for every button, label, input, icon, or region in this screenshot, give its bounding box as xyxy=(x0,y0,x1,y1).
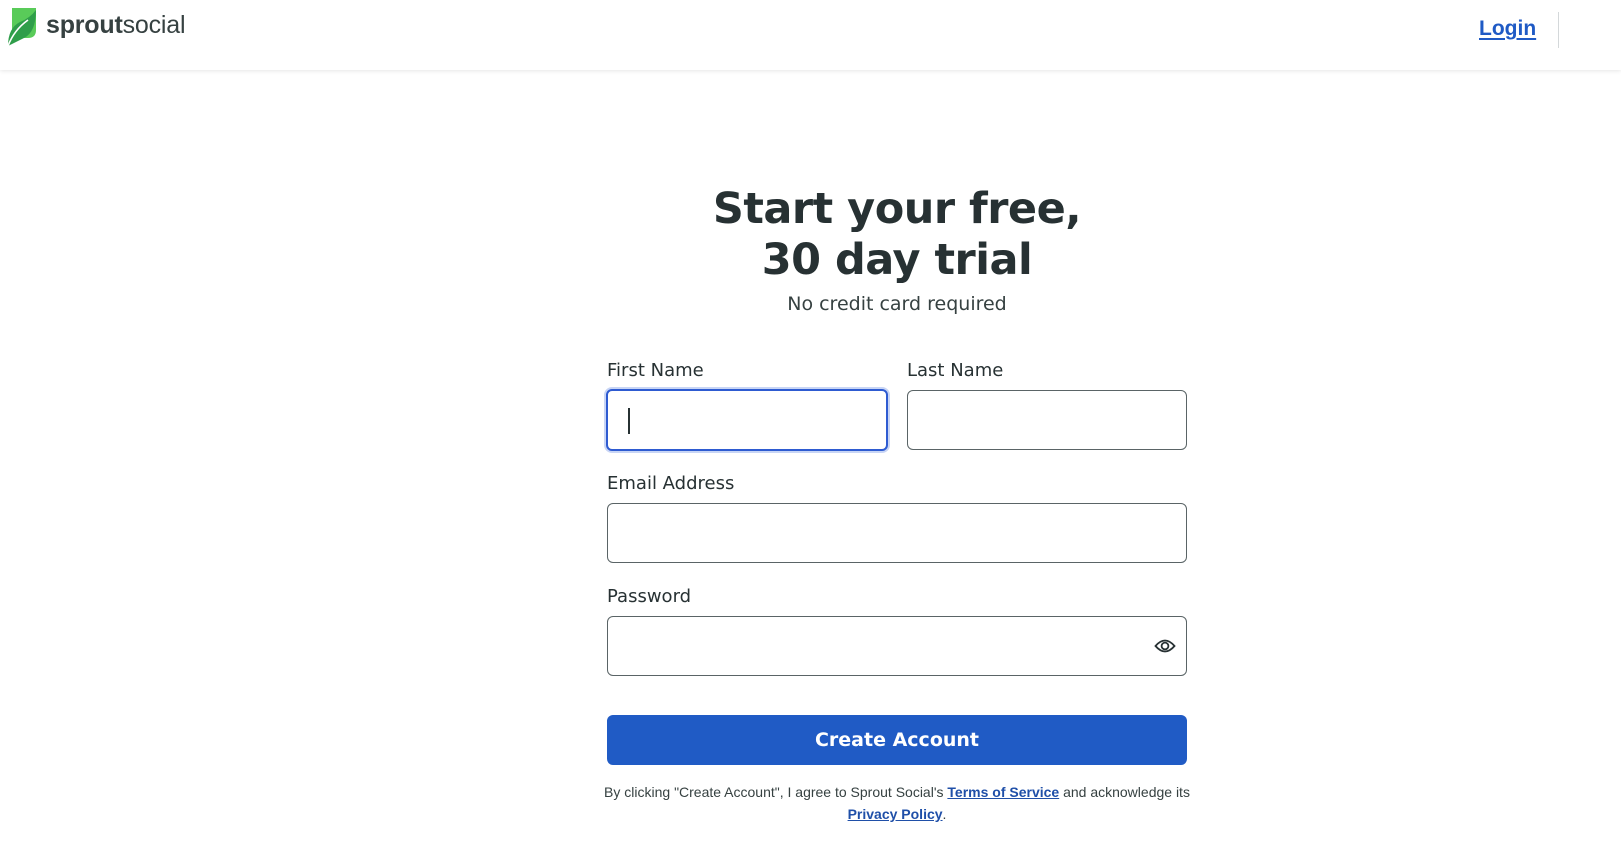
brand-wordmark-bold: sprout xyxy=(46,10,123,39)
legal-suffix: . xyxy=(942,806,947,822)
terms-of-service-link[interactable]: Terms of Service xyxy=(947,784,1059,800)
page-title-line-1: Start your free, xyxy=(712,184,1082,234)
last-name-input[interactable] xyxy=(907,390,1187,450)
sprout-leaf-icon xyxy=(7,8,36,47)
email-label: Email Address xyxy=(607,473,735,494)
login-link[interactable]: Login xyxy=(1479,17,1536,41)
email-input[interactable] xyxy=(607,503,1187,563)
text-cursor xyxy=(628,408,630,434)
last-name-label: Last Name xyxy=(907,360,1004,381)
eye-icon[interactable] xyxy=(1154,637,1176,655)
sprout-social-logo[interactable]: sproutsocial xyxy=(6,8,185,48)
create-account-button[interactable]: Create Account xyxy=(607,715,1187,765)
site-header: sproutsocial Login xyxy=(0,0,1621,70)
first-name-input[interactable] xyxy=(606,389,888,451)
password-label: Password xyxy=(607,586,692,607)
legal-prefix: By clicking "Create Account", I agree to… xyxy=(604,784,948,800)
legal-disclaimer: By clicking "Create Account", I agree to… xyxy=(597,781,1197,825)
legal-middle: and acknowledge its xyxy=(1059,784,1190,800)
brand-wordmark: sproutsocial xyxy=(46,11,185,40)
page-title-line-2: 30 day trial xyxy=(761,235,1033,285)
privacy-policy-link[interactable]: Privacy Policy xyxy=(848,806,943,822)
page-subtitle: No credit card required xyxy=(787,293,1007,315)
page-title: Start your free, 30 day trial xyxy=(597,184,1197,286)
first-name-label: First Name xyxy=(607,360,704,381)
header-divider xyxy=(1558,12,1559,48)
password-input[interactable] xyxy=(607,616,1187,676)
brand-wordmark-light: social xyxy=(122,10,186,39)
